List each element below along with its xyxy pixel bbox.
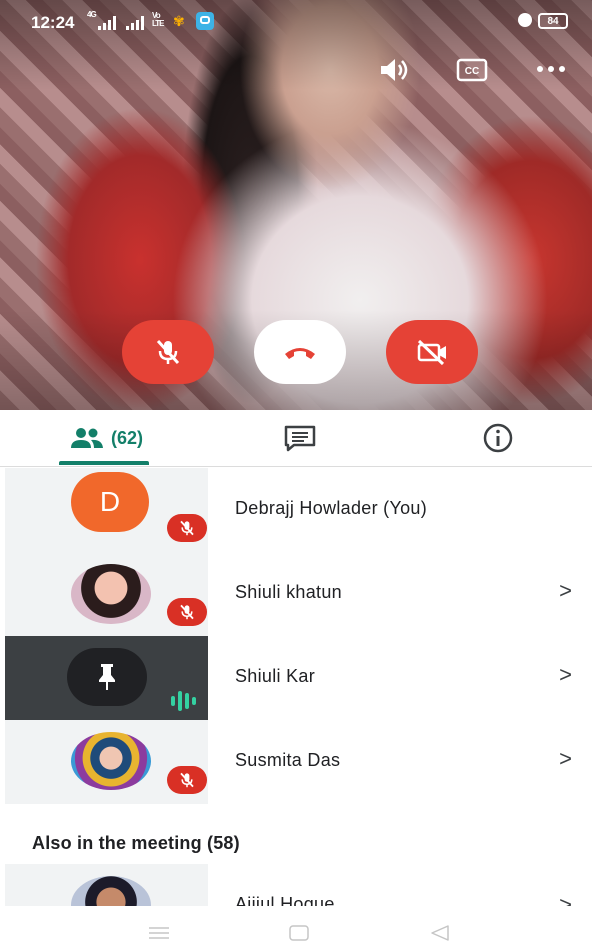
- tab-people[interactable]: (62): [59, 410, 153, 466]
- participant-row[interactable]: Ajijul Hoque >: [0, 864, 592, 906]
- system-nav-bar: [0, 906, 592, 946]
- signal-icon-2: [126, 16, 144, 30]
- chevron-right-icon[interactable]: >: [559, 578, 572, 604]
- video-off-icon: [417, 339, 446, 366]
- speaker-icon[interactable]: [379, 57, 409, 83]
- more-options-icon[interactable]: [536, 64, 566, 74]
- battery-level: 84: [547, 15, 559, 27]
- volte-indicator: Vo LTE: [152, 11, 165, 28]
- captions-icon[interactable]: CC: [456, 58, 488, 82]
- participant-tile: [5, 552, 208, 636]
- avatar: [71, 732, 151, 790]
- muted-badge: [167, 766, 207, 794]
- mic-off-icon: [180, 604, 194, 620]
- signal-icon-1: [98, 16, 116, 30]
- menu-icon[interactable]: [148, 926, 170, 940]
- participant-tile: D: [5, 468, 208, 552]
- avatar-initial: D: [99, 486, 121, 517]
- status-time: 12:24: [31, 13, 75, 32]
- muted-badge: [167, 514, 207, 542]
- hang-up-icon: [285, 348, 315, 359]
- participant-name: Shiuli khatun: [235, 582, 342, 602]
- meeting-tabs: (62): [0, 410, 592, 467]
- app-notification-icon: ✾: [173, 13, 185, 29]
- people-icon: [70, 428, 103, 448]
- back-icon[interactable]: [429, 924, 451, 942]
- mute-mic-button[interactable]: [122, 320, 214, 384]
- participant-name: Ajijul Hoque: [235, 894, 335, 906]
- mic-off-icon: [156, 339, 180, 365]
- info-icon: [483, 423, 513, 453]
- avatar: D: [71, 472, 149, 532]
- status-bar: 12:24 4G Vo LTE ✾ 84: [0, 0, 592, 44]
- avatar: [67, 648, 147, 706]
- network-type: 4G: [87, 10, 97, 19]
- tab-chat[interactable]: [270, 410, 330, 466]
- home-icon[interactable]: [289, 925, 309, 941]
- pin-icon: [99, 664, 115, 690]
- svg-text:CC: CC: [465, 66, 479, 77]
- participant-row[interactable]: D Debrajj Howlader (You): [0, 468, 592, 552]
- participant-tile: [5, 864, 208, 906]
- end-call-button[interactable]: [254, 320, 346, 384]
- participant-name: Susmita Das: [235, 750, 341, 770]
- chat-app-icon: [196, 12, 214, 30]
- participant-tile: [5, 636, 208, 720]
- avatar: [71, 564, 151, 624]
- tab-info[interactable]: [468, 410, 528, 466]
- camera-off-button[interactable]: [386, 320, 478, 384]
- participant-row[interactable]: Susmita Das >: [0, 720, 592, 804]
- speaking-indicator-icon: [171, 691, 196, 711]
- chevron-right-icon[interactable]: >: [559, 746, 572, 772]
- battery-icon: 84: [538, 13, 568, 29]
- chevron-right-icon[interactable]: >: [559, 662, 572, 688]
- participant-row[interactable]: Shiuli khatun >: [0, 552, 592, 636]
- avatar: [71, 876, 151, 906]
- active-tab-indicator: [59, 461, 149, 465]
- participant-row[interactable]: Shiuli Kar >: [0, 636, 592, 720]
- muted-badge: [167, 598, 207, 626]
- participant-tile: [5, 720, 208, 804]
- participant-name: Debrajj Howlader (You): [235, 498, 428, 518]
- mic-off-icon: [180, 772, 194, 788]
- participant-name: Shiuli Kar: [235, 666, 316, 686]
- also-in-meeting-heading: Also in the meeting (58): [32, 833, 240, 853]
- mic-off-icon: [180, 520, 194, 536]
- alarm-icon: [518, 13, 532, 27]
- chevron-right-icon[interactable]: >: [559, 892, 572, 906]
- people-count: (62): [110, 427, 143, 448]
- chat-icon: [284, 425, 316, 452]
